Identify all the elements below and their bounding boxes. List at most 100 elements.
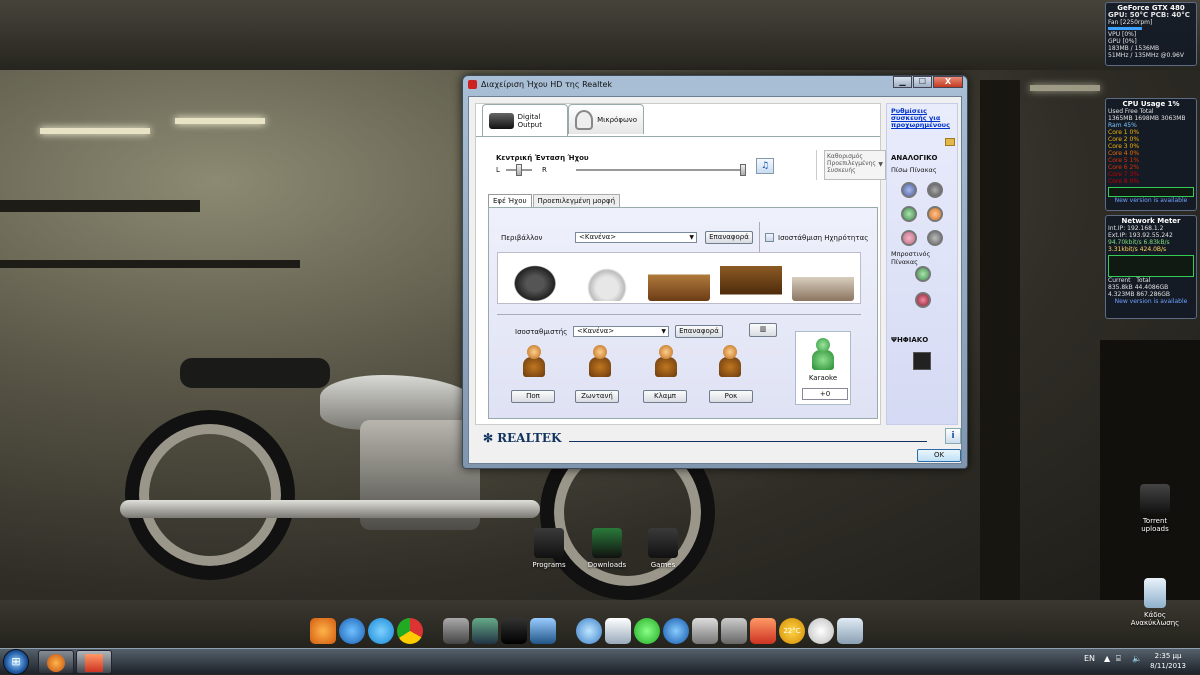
folder-icon (1140, 484, 1170, 514)
desktop-icon-downloads[interactable]: Downloads (584, 528, 630, 569)
crab-logo-icon: ✻ (483, 431, 494, 445)
clock[interactable]: 2:35 μμ 8/11/2013 (1150, 651, 1186, 671)
language-indicator[interactable]: EN (1084, 654, 1095, 663)
weather-dock-icon[interactable]: 22°C (779, 618, 805, 644)
loudness-checkbox[interactable] (765, 233, 774, 242)
spdif-connector-icon[interactable] (913, 352, 931, 370)
desktop-icon-games[interactable]: Games (640, 528, 686, 569)
desktop-icon-programs[interactable]: Programs (526, 528, 572, 569)
settings-dock-icon[interactable] (472, 618, 498, 644)
computer-dock-icon[interactable] (443, 618, 469, 644)
cpu-newver-link[interactable]: New version is available (1108, 197, 1194, 204)
eq-live-figure (579, 343, 619, 383)
advanced-settings-link[interactable]: Ρυθμίσεις συσκευής για προχωρημένους (891, 108, 955, 129)
clock-dock-icon[interactable] (808, 618, 834, 644)
default-device-dropdown[interactable]: Καθορισμός Προεπιλεγμένης Συσκευής ▼ (824, 150, 886, 180)
info-button[interactable]: i (945, 428, 961, 444)
chrome-dock-icon[interactable] (397, 618, 423, 644)
desktop-icon-torrent-uploads[interactable]: Torrent uploads (1132, 484, 1178, 533)
net-speed2: 3.31kbit/s 424.0B/s (1108, 246, 1167, 253)
start-button[interactable]: ⊞ (3, 649, 29, 675)
usb-dock-icon[interactable] (501, 618, 527, 644)
tools-dock-icon[interactable] (721, 618, 747, 644)
maximize-button[interactable]: ☐ (913, 76, 932, 88)
gpu-temp: GPU: 50°C PCB: 40°C (1108, 11, 1190, 19)
equalizer-select[interactable]: <Κανένα> ▼ (573, 326, 669, 337)
window-title: Διαχείριση Ήχου HD της Realtek (481, 79, 613, 89)
gamepad-dock-icon[interactable] (692, 618, 718, 644)
tab-sound-effects[interactable]: Εφέ Ήχου (488, 194, 532, 207)
eq-live-button[interactable]: Ζωντανή (575, 390, 619, 403)
front-jack-pink[interactable] (915, 292, 931, 308)
teamviewer-dock-icon[interactable] (663, 618, 689, 644)
cpu-gadget: CPU Usage 1% Used Free Total 1365MB 1698… (1105, 98, 1197, 211)
microphone-icon (575, 109, 594, 130)
taskbar-firefox[interactable] (38, 650, 74, 674)
taskbar-realtek[interactable] (76, 650, 112, 674)
core-6: Core 6 2% (1108, 164, 1140, 171)
volume-slider[interactable] (576, 164, 746, 176)
core-2: Core 2 0% (1108, 136, 1140, 143)
net-speed: 94.70kbit/s 6.83kB/s (1108, 239, 1170, 246)
tray-arrow-icon[interactable]: ▲ (1104, 654, 1110, 663)
env-opera[interactable] (792, 257, 854, 301)
gpu-fan: Fan [2250rpm] (1108, 19, 1153, 26)
mute-button[interactable]: ♫ (756, 158, 774, 174)
itunes-dock-icon[interactable] (576, 618, 602, 644)
eq-club-button[interactable]: Κλαμπ (643, 390, 687, 403)
loudness-label: Ισοστάθμιση Ηχηρότητας (778, 234, 869, 242)
tab-microphone[interactable]: Μικρόφωνο (568, 104, 644, 134)
balance-right-label: R (542, 166, 547, 174)
karaoke-stepper[interactable]: +0 (802, 388, 848, 400)
equalizer-reset-button[interactable]: Επαναφορά (675, 325, 723, 338)
jack-blue[interactable] (901, 182, 917, 198)
tab-default-format[interactable]: Προεπιλεγμένη μορφή (532, 194, 620, 207)
core-1: Core 1 0% (1108, 129, 1140, 136)
cpu-title: CPU Usage (1122, 100, 1166, 108)
jack-black[interactable] (927, 230, 943, 246)
jack-orange[interactable] (927, 206, 943, 222)
firefox-dock-icon[interactable] (310, 618, 336, 644)
desktop-icon-recycle-bin[interactable]: Κάδος Ανακύκλωσης (1126, 578, 1184, 627)
environment-select[interactable]: <Κανένα> ▼ (575, 232, 697, 243)
net-t1: 44.4086GB (1134, 284, 1169, 291)
info-icon: i (951, 431, 955, 441)
speaker-icon (85, 654, 103, 672)
cpu-cols: Used Free Total (1108, 108, 1154, 115)
balance-slider[interactable] (506, 164, 532, 176)
main-panel: Digital Output Μικρόφωνο Κεντρική Ένταση… (475, 103, 886, 425)
jack-pink[interactable] (901, 230, 917, 246)
volume-tray-icon[interactable]: 🔈 (1132, 654, 1142, 663)
clock-time: 2:35 μμ (1154, 652, 1182, 660)
mail-dock-icon[interactable] (530, 618, 556, 644)
ok-button[interactable]: OK (917, 449, 961, 462)
eq-rock-figure (709, 343, 749, 383)
jack-green[interactable] (901, 206, 917, 222)
skype-dock-icon[interactable] (368, 618, 394, 644)
env-stone[interactable] (504, 257, 566, 301)
trash-dock-icon[interactable] (837, 618, 863, 644)
eq-rock-button[interactable]: Ροκ (709, 390, 753, 403)
env-wood[interactable] (720, 257, 782, 301)
graphic-eq-button[interactable]: ▥ (749, 323, 777, 337)
env-colosseum[interactable] (648, 257, 710, 301)
tab-digital-output[interactable]: Digital Output (482, 104, 568, 136)
front-jack-green[interactable] (915, 266, 931, 282)
ie-dock-icon[interactable] (339, 618, 365, 644)
jack-gray[interactable] (927, 182, 943, 198)
utorrent-dock-icon[interactable] (634, 618, 660, 644)
speaker-dock-icon[interactable] (750, 618, 776, 644)
eq-pop-button[interactable]: Ποπ (511, 390, 555, 403)
environment-reset-button[interactable]: Επαναφορά (705, 231, 753, 244)
env-bathtub[interactable] (576, 257, 638, 301)
net-newver-link[interactable]: New version is available (1108, 298, 1194, 305)
notepad-dock-icon[interactable] (605, 618, 631, 644)
volume-title: Κεντρική Ένταση Ήχου (496, 154, 589, 162)
equalizer-label: Ισοσταθμιστής (515, 328, 568, 336)
window-client: Digital Output Μικρόφωνο Κεντρική Ένταση… (468, 96, 962, 464)
folder-icon[interactable] (945, 138, 955, 146)
master-volume: Κεντρική Ένταση Ήχου L R ♫ Καθορισμός Πρ… (486, 150, 886, 180)
network-tray-icon[interactable]: ⌸ (1116, 654, 1121, 664)
close-button[interactable]: X (933, 76, 963, 88)
minimize-button[interactable]: ▁ (893, 76, 912, 88)
